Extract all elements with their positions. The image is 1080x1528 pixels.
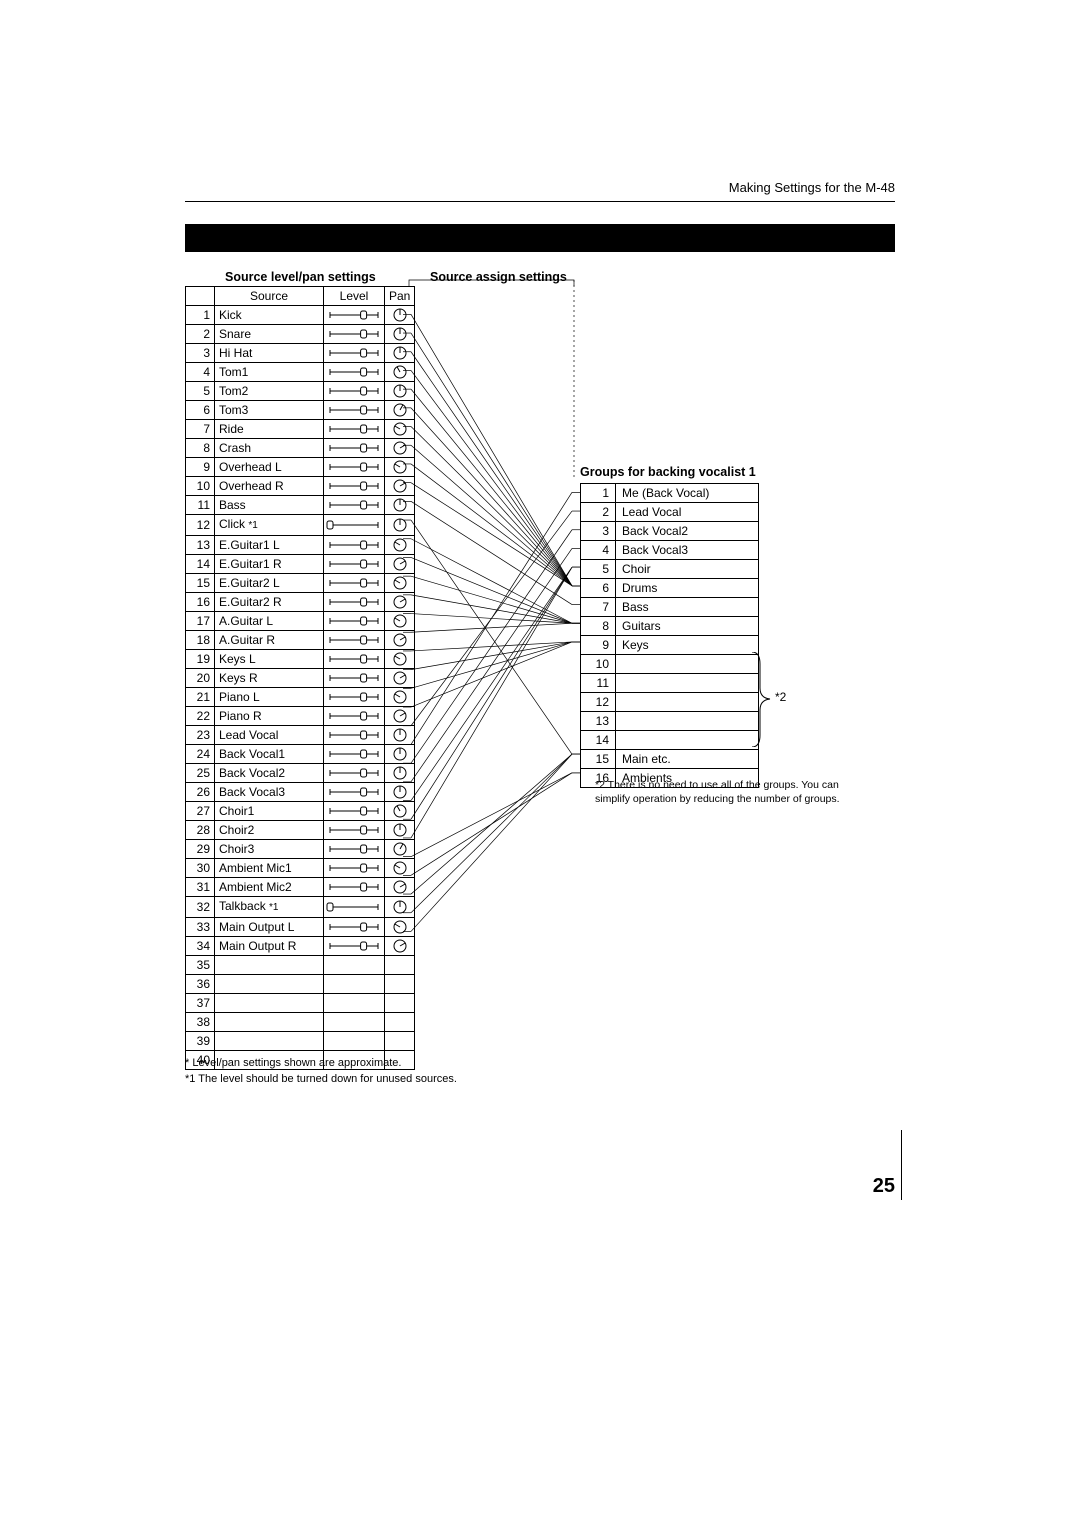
table-row: 27Choir1	[186, 802, 415, 821]
table-row: 3Hi Hat	[186, 344, 415, 363]
groups-table: 1Me (Back Vocal)2Lead Vocal3Back Vocal24…	[580, 483, 759, 788]
source-note: * Level/pan settings shown are approxima…	[185, 1055, 457, 1071]
table-row: 4Back Vocal3	[581, 541, 759, 560]
table-row: 5Choir	[581, 560, 759, 579]
table-row: 12	[581, 693, 759, 712]
src-header-level: Level	[324, 287, 385, 306]
table-row: 15E.Guitar2 L	[186, 574, 415, 593]
source-note: *1 The level should be turned down for u…	[185, 1071, 457, 1087]
group-note: *2 There is no need to use all of the gr…	[595, 778, 855, 806]
table-row: 13	[581, 712, 759, 731]
table-row: 25Back Vocal2	[186, 764, 415, 783]
table-row: 10Overhead R	[186, 477, 415, 496]
table-row: 32Talkback *1	[186, 897, 415, 918]
table-row: 12Click *1	[186, 515, 415, 536]
table-row: 21Piano L	[186, 688, 415, 707]
table-row: 11Bass	[186, 496, 415, 515]
source-notes: * Level/pan settings shown are approxima…	[185, 1055, 457, 1087]
table-row: 1Me (Back Vocal)	[581, 484, 759, 503]
table-row: 24Back Vocal1	[186, 745, 415, 764]
table-row: 30Ambient Mic1	[186, 859, 415, 878]
table-row: 23Lead Vocal	[186, 726, 415, 745]
table-row: 4Tom1	[186, 363, 415, 382]
table-row: 33Main Output L	[186, 918, 415, 937]
groups-title: Groups for backing vocalist 1	[580, 465, 759, 479]
table-row: 11	[581, 674, 759, 693]
table-row: 18A.Guitar R	[186, 631, 415, 650]
running-head: Making Settings for the M-48	[185, 180, 895, 195]
table-row: 14E.Guitar1 R	[186, 555, 415, 574]
table-row: 6Tom3	[186, 401, 415, 420]
table-row: 35	[186, 956, 415, 975]
src-header-source: Source	[215, 287, 324, 306]
table-row: 37	[186, 994, 415, 1013]
table-row: 9Overhead L	[186, 458, 415, 477]
table-row: 13E.Guitar1 L	[186, 536, 415, 555]
table-row: 7Ride	[186, 420, 415, 439]
section-black-bar	[185, 224, 895, 252]
table-row: 22Piano R	[186, 707, 415, 726]
table-row: 16E.Guitar2 R	[186, 593, 415, 612]
table-row: 1Kick	[186, 306, 415, 325]
table-row: 34Main Output R	[186, 937, 415, 956]
label-source-level-pan: Source level/pan settings	[225, 270, 376, 284]
table-row: 19Keys L	[186, 650, 415, 669]
table-row: 7Bass	[581, 598, 759, 617]
table-row: 28Choir2	[186, 821, 415, 840]
table-row: 38	[186, 1013, 415, 1032]
table-row: 36	[186, 975, 415, 994]
page-number-rule	[901, 1130, 902, 1200]
table-row: 6Drums	[581, 579, 759, 598]
table-row: 31Ambient Mic2	[186, 878, 415, 897]
table-row: 17A.Guitar L	[186, 612, 415, 631]
table-row: 9Keys	[581, 636, 759, 655]
table-row: 8Guitars	[581, 617, 759, 636]
head-rule	[185, 201, 895, 202]
src-header-pan: Pan	[385, 287, 415, 306]
table-row: 26Back Vocal3	[186, 783, 415, 802]
table-row: 39	[186, 1032, 415, 1051]
label-source-assign: Source assign settings	[430, 270, 567, 284]
table-row: 14	[581, 731, 759, 750]
table-row: 15Main etc.	[581, 750, 759, 769]
table-row: 10	[581, 655, 759, 674]
table-row: 5Tom2	[186, 382, 415, 401]
source-table: Source Level Pan 1Kick 2Snare 3Hi Hat 4T…	[185, 286, 415, 1070]
page-number: 25	[873, 1175, 895, 1198]
star2-mark: *2	[775, 690, 786, 704]
table-row: 20Keys R	[186, 669, 415, 688]
table-row: 2Lead Vocal	[581, 503, 759, 522]
table-row: 3Back Vocal2	[581, 522, 759, 541]
table-row: 8Crash	[186, 439, 415, 458]
table-row: 29Choir3	[186, 840, 415, 859]
table-row: 2Snare	[186, 325, 415, 344]
